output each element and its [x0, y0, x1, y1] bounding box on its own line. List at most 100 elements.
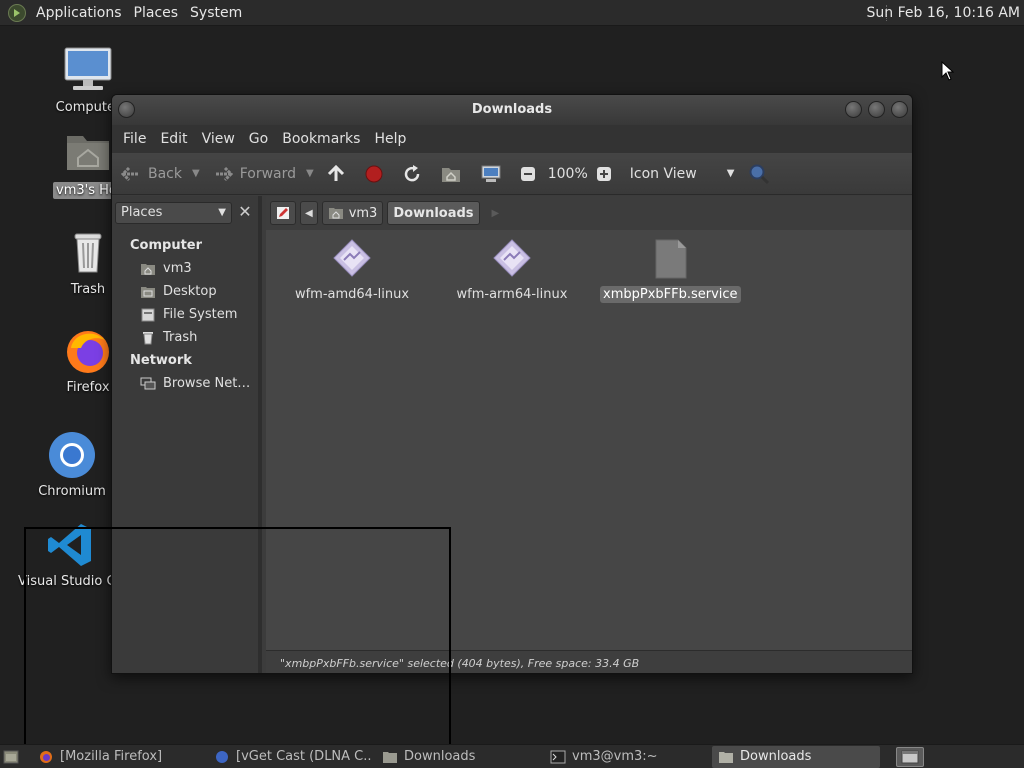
search-button[interactable]: [748, 163, 776, 185]
sidebar-item-desktop[interactable]: Desktop: [112, 280, 258, 303]
view-mode-select[interactable]: Icon View ▼: [630, 166, 735, 182]
desktop-icon-chromium[interactable]: Chromium: [27, 430, 117, 499]
up-button[interactable]: [326, 164, 352, 184]
file-name: xmbpPxbFFb.service: [600, 286, 741, 303]
folder-icon: [383, 751, 397, 763]
zoom-in-button[interactable]: [596, 166, 618, 182]
stop-button[interactable]: [364, 164, 390, 184]
vscode-icon: [48, 524, 91, 566]
menu-file[interactable]: File: [116, 131, 153, 147]
forward-history-dropdown-icon[interactable]: ▼: [306, 168, 314, 179]
zoom-level[interactable]: 100%: [548, 166, 588, 182]
view-mode-label: Icon View: [629, 165, 697, 182]
file-item[interactable]: wfm-amd64-linux: [282, 238, 422, 303]
chevron-right-icon[interactable]: ▶: [492, 208, 500, 219]
taskbar-item-terminal[interactable]: vm3@vm3:~: [544, 746, 708, 768]
menu-bookmarks[interactable]: Bookmarks: [275, 131, 367, 147]
menu-help[interactable]: Help: [367, 131, 413, 147]
terminal-icon: [550, 750, 566, 763]
home-icon: [141, 263, 155, 275]
close-button[interactable]: [891, 101, 908, 118]
sidebar-section-network: Network: [130, 353, 192, 368]
close-sidebar-icon[interactable]: ✕: [234, 202, 256, 224]
forward-button[interactable]: Forward ▼: [212, 166, 314, 182]
trash-icon: [143, 331, 153, 344]
workspace-switcher[interactable]: [896, 747, 924, 767]
home-folder-icon: [67, 136, 109, 170]
distro-logo-icon[interactable]: [8, 3, 26, 22]
taskbar-item-firefox[interactable]: [Mozilla Firefox]: [32, 746, 204, 768]
window-menu-button[interactable]: [118, 101, 135, 118]
chromium-icon: [49, 432, 95, 478]
taskbar-item-downloads[interactable]: Downloads: [376, 746, 540, 768]
show-desktop-icon: [3, 750, 19, 763]
file-manager-window[interactable]: Downloads File Edit View Go Bookmarks He…: [111, 94, 913, 674]
window-title: Downloads: [471, 102, 553, 117]
sidebar-item-trash[interactable]: Trash: [112, 326, 258, 349]
sidebar-places-select[interactable]: Places ▼: [115, 202, 232, 224]
status-bar: "xmbpPxbFFb.service" selected (404 bytes…: [266, 650, 912, 673]
sidebar-item-label: File System: [163, 307, 238, 322]
top-panel: Applications Places System Sun Feb 16, 1…: [0, 0, 1024, 26]
minimize-button[interactable]: [845, 101, 862, 118]
places-menu[interactable]: Places: [128, 0, 185, 26]
clock[interactable]: Sun Feb 16, 10:16 AM: [867, 0, 1021, 26]
back-history-dropdown-icon[interactable]: ▼: [192, 168, 200, 179]
taskbar-item-label: Downloads: [404, 749, 476, 764]
firefox-icon: [67, 331, 109, 373]
places-select-label: Places: [121, 205, 163, 220]
show-desktop-button[interactable]: [0, 746, 22, 768]
sidebar-item-label: Desktop: [163, 284, 217, 299]
taskbar-item-vget-cast[interactable]: [vGet Cast (DLNA C...: [208, 746, 372, 768]
network-icon: [140, 377, 156, 389]
sidebar-item-browse-network[interactable]: Browse Net…: [112, 372, 258, 395]
sidebar-item-vm3[interactable]: vm3: [112, 257, 258, 280]
desktop-icon-label: Visual Studio Code: [18, 574, 122, 589]
reload-button[interactable]: [402, 164, 428, 184]
sidebar-item-label: Browse Net…: [163, 376, 251, 391]
sidebar-item-label: Trash: [163, 330, 198, 345]
sidebar-item-label: vm3: [163, 261, 192, 276]
applications-menu[interactable]: Applications: [30, 0, 128, 26]
firefox-icon: [40, 750, 52, 763]
file-item-selected[interactable]: xmbpPxbFFb.service: [600, 238, 741, 303]
breadcrumb: ◀ vm3 Downloads ▶: [266, 196, 912, 230]
executable-icon: [333, 239, 371, 277]
menu-view[interactable]: View: [195, 131, 242, 147]
path-segment-downloads[interactable]: Downloads: [387, 201, 480, 225]
taskbar-item-label: [Mozilla Firefox]: [60, 749, 163, 764]
taskbar-item-label: vm3@vm3:~: [572, 749, 658, 764]
toolbar: Back ▼ Forward ▼ 100% Icon View ▼: [112, 153, 912, 195]
filesystem-icon: [141, 308, 155, 321]
zoom-out-button[interactable]: [520, 166, 542, 182]
desktop-icon-vscode[interactable]: Visual Studio Code: [18, 520, 122, 589]
path-scroll-left-button[interactable]: ◀: [300, 201, 318, 225]
sidebar: Computer vm3 Desktop File System Trash N…: [112, 196, 262, 673]
path-segment-vm3[interactable]: vm3: [321, 201, 384, 225]
path-segment-label: vm3: [348, 205, 378, 221]
file-item[interactable]: wfm-arm64-linux: [442, 238, 582, 303]
reload-icon: [404, 164, 419, 181]
toggle-location-entry-button[interactable]: [270, 201, 296, 225]
mouse-cursor-icon: [941, 61, 955, 81]
sidebar-item-file-system[interactable]: File System: [112, 303, 258, 326]
desktop-icon: [141, 286, 155, 298]
computer-button[interactable]: [480, 164, 508, 184]
home-button[interactable]: [440, 164, 468, 184]
search-icon: [749, 164, 770, 184]
menu-go[interactable]: Go: [242, 131, 275, 147]
back-button[interactable]: Back ▼: [120, 166, 200, 182]
window-titlebar[interactable]: Downloads: [112, 95, 912, 125]
zoom-out-icon: [520, 166, 535, 181]
back-arrow-icon: [120, 166, 139, 181]
edit-location-icon: [277, 207, 289, 219]
file-view[interactable]: ◀ vm3 Downloads ▶ wfm-amd64-linux wfm-ar…: [266, 196, 912, 673]
maximize-button[interactable]: [868, 101, 885, 118]
taskbar-item-downloads-active[interactable]: Downloads: [712, 745, 880, 768]
forward-arrow-icon: [214, 166, 233, 181]
stop-icon: [365, 165, 383, 182]
system-menu[interactable]: System: [184, 0, 248, 26]
menu-edit[interactable]: Edit: [153, 131, 194, 147]
home-folder-icon: [441, 167, 460, 182]
zoom-in-icon: [596, 166, 611, 181]
